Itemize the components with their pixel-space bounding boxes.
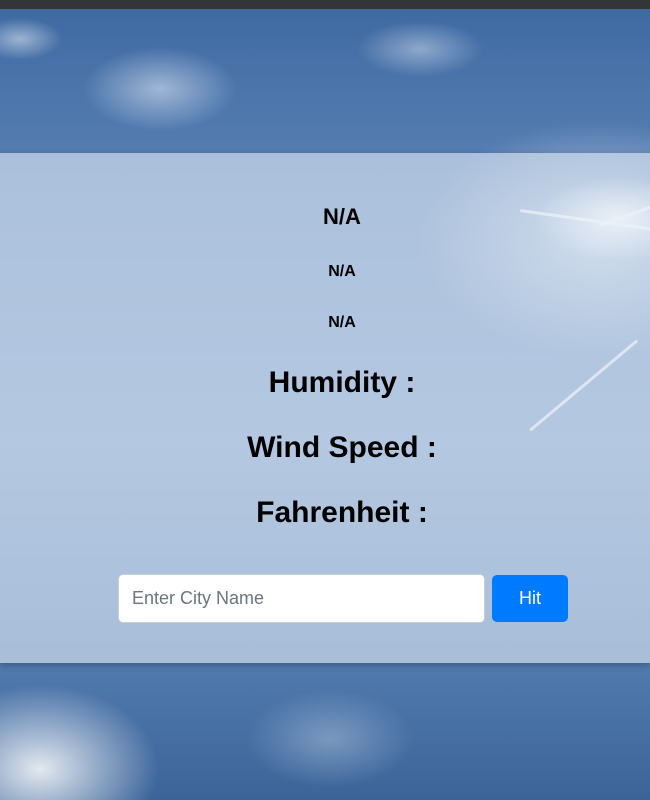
top-bar: [0, 0, 650, 9]
hit-button[interactable]: Hit: [492, 575, 568, 622]
weather-panel: N/A N/A N/A Humidity : Wind Speed : Fahr…: [0, 153, 650, 663]
humidity-label: Humidity :: [268, 366, 416, 399]
temperature: N/A: [328, 263, 356, 280]
city-search-input[interactable]: [118, 574, 485, 623]
weather-description: N/A: [328, 314, 356, 331]
fahrenheit-label: Fahrenheit :: [256, 496, 428, 529]
wind-speed-label: Wind Speed :: [247, 431, 437, 464]
city-name: N/A: [323, 204, 361, 229]
